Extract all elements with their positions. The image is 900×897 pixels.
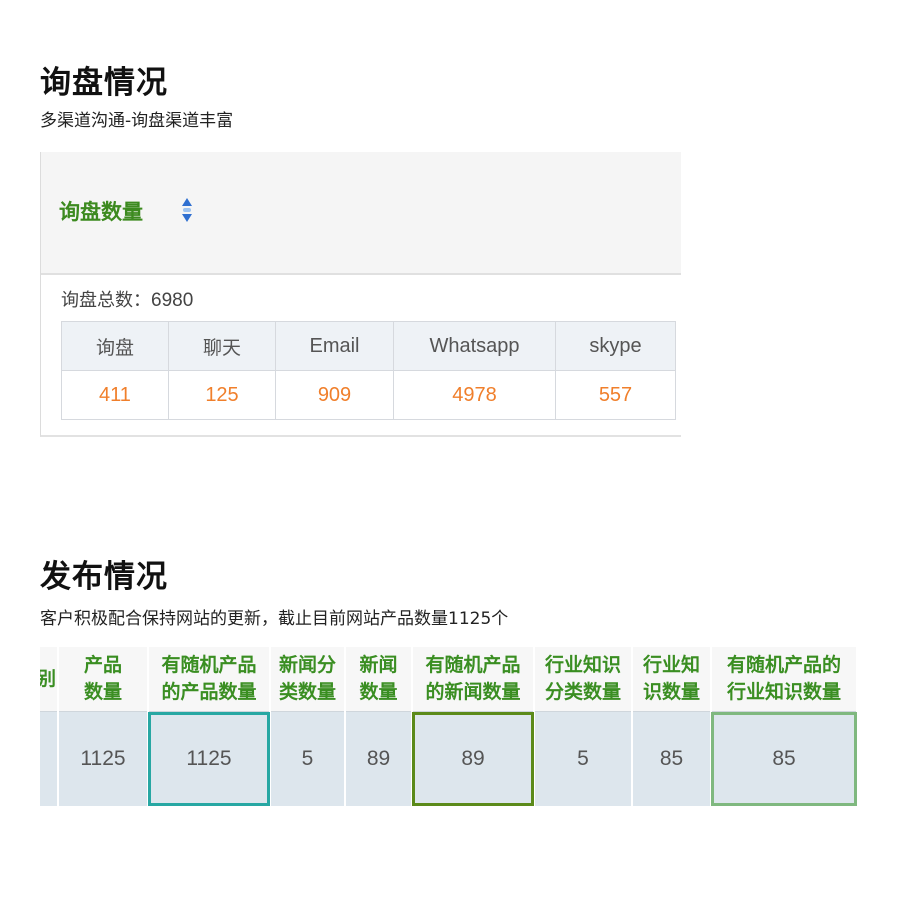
column-header: 有随机产品 的新闻数量 [412, 647, 536, 712]
publish-stats-table: 别 产品数量 有随机产品的产品数量 新闻分类数量 新闻数量 有随机产品的新闻数量… [40, 647, 859, 806]
inquiry-total: 询盘总数：6980 [61, 286, 193, 312]
column-header: 新闻 数量 [345, 647, 414, 712]
table-cell: 89 [345, 711, 414, 806]
column-header: 有随机产品 的产品数量 [148, 647, 272, 712]
table-cell: 5 [270, 711, 347, 806]
inquiry-total-label: 询盘总数： [61, 290, 151, 311]
channel-header: 聊天 [168, 321, 276, 371]
publish-section-subtitle: 客户积极配合保持网站的更新，截止目前网站产品数量1125个 [40, 609, 509, 629]
inquiry-total-value: 6980 [151, 290, 194, 311]
channel-count: 909 [275, 370, 394, 420]
table-cell: 1125 [58, 711, 150, 806]
inquiry-panel: 询盘数量 询盘总数：6980 询盘 聊天 Email Whatsapp skyp… [40, 152, 681, 437]
inquiry-section-subtitle: 多渠道沟通-询盘渠道丰富 [40, 111, 234, 131]
inquiry-panel-header: 询盘数量 [41, 152, 681, 275]
highlighted-cell: 89 [412, 711, 536, 806]
highlighted-cell: 1125 [148, 711, 272, 806]
table-header-row: 别 产品数量 有随机产品的产品数量 新闻分类数量 新闻数量 有随机产品的新闻数量… [40, 647, 859, 712]
table-header-row: 询盘 聊天 Email Whatsapp skype [61, 321, 676, 371]
channel-header: skype [555, 321, 676, 371]
channel-count: 557 [555, 370, 676, 420]
column-header: 新闻分 类数量 [270, 647, 347, 712]
partial-column-cell [40, 711, 60, 806]
column-header: 产品 数量 [58, 647, 150, 712]
channel-header: 询盘 [61, 321, 169, 371]
table-row: 411 125 909 4978 557 [61, 370, 676, 420]
sort-updown-icon[interactable] [179, 195, 195, 225]
publish-section-title: 发布情况 [40, 559, 168, 595]
inquiry-channel-table: 询盘 聊天 Email Whatsapp skype 411 125 909 4… [61, 321, 676, 420]
channel-header: Whatsapp [393, 321, 556, 371]
highlighted-cell: 85 [711, 711, 859, 806]
column-header: 行业知识 分类数量 [534, 647, 634, 712]
channel-count: 411 [61, 370, 169, 420]
column-header: 有随机产品的 行业知识数量 [711, 647, 859, 712]
inquiry-section-title: 询盘情况 [40, 65, 168, 101]
table-cell: 85 [632, 711, 713, 806]
channel-count: 4978 [393, 370, 556, 420]
channel-header: Email [275, 321, 394, 371]
inquiry-count-title: 询盘数量 [59, 200, 143, 224]
partial-column-header: 别 [40, 647, 60, 712]
table-cell: 5 [534, 711, 634, 806]
column-header: 行业知 识数量 [632, 647, 713, 712]
table-row: 1125 1125 5 89 89 5 85 85 [40, 711, 859, 806]
channel-count: 125 [168, 370, 276, 420]
